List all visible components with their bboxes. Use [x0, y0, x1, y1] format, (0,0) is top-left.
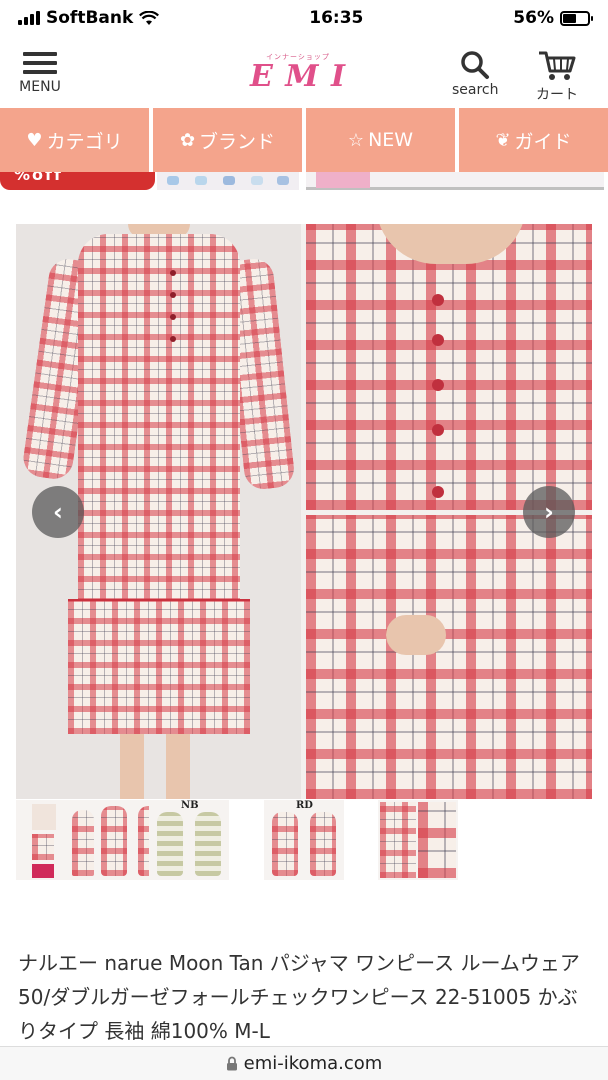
battery-percent: 56%	[513, 8, 554, 28]
product-title: ナルエー narue Moon Tan パジャマ ワンピース ルームウェア 50…	[18, 951, 580, 1043]
chevron-left-icon: ‹	[53, 498, 63, 526]
product-gallery[interactable]: ‹ ›	[16, 224, 592, 799]
category-nav: ♥ カテゴリ ✿ ブランド ☆ NEW ❦ ガイド	[0, 108, 608, 172]
gallery-next-button[interactable]: ›	[523, 486, 575, 538]
lock-icon	[226, 1056, 237, 1071]
promo-banner-sale[interactable]: %off	[0, 172, 155, 190]
search-button[interactable]: search	[452, 50, 499, 98]
nav-item-new[interactable]: ☆ NEW	[306, 108, 455, 172]
product-image-pocket-detail	[306, 515, 592, 799]
cart-icon	[539, 51, 576, 80]
product-image-collar-detail	[306, 224, 592, 510]
hamburger-icon	[12, 52, 68, 74]
promo-banner-pink[interactable]	[306, 172, 604, 190]
url-text: emi-ikoma.com	[243, 1053, 383, 1074]
search-label: search	[452, 82, 499, 98]
menu-button[interactable]: MENU	[12, 52, 68, 95]
chevron-right-icon: ›	[544, 498, 554, 526]
promo-banner-strip[interactable]: %off	[0, 172, 608, 192]
thumbnail-detail[interactable]	[378, 800, 458, 880]
promo-banner-items[interactable]	[157, 172, 299, 190]
leaf-icon: ❦	[495, 129, 511, 151]
browser-url-bar[interactable]: emi-ikoma.com	[0, 1046, 608, 1080]
status-bar: SoftBank 16:35 56%	[0, 0, 608, 36]
star-icon: ☆	[347, 129, 365, 151]
clock: 16:35	[309, 8, 364, 28]
gallery-prev-button[interactable]: ‹	[32, 486, 84, 538]
thumbnail-nb[interactable]: NB	[149, 800, 229, 880]
heart-icon: ♥	[26, 129, 43, 151]
site-header: MENU インナーショップ E M I search カート	[0, 42, 608, 104]
nav-item-guide[interactable]: ❦ ガイド	[459, 108, 608, 172]
thumbnail-package[interactable]	[16, 800, 96, 880]
nav-item-brand[interactable]: ✿ ブランド	[153, 108, 302, 172]
menu-label: MENU	[19, 79, 61, 95]
cart-label: カート	[536, 87, 578, 103]
search-icon	[461, 51, 490, 79]
battery-icon	[560, 10, 593, 26]
thumbnail-rd[interactable]: RD	[264, 800, 344, 880]
wifi-icon	[139, 10, 160, 25]
cart-button[interactable]: カート	[536, 50, 578, 104]
site-logo[interactable]: インナーショップ E M I	[238, 52, 358, 92]
flower-icon: ✿	[179, 129, 196, 151]
carrier-name: SoftBank	[46, 8, 134, 28]
nav-item-category[interactable]: ♥ カテゴリ	[0, 108, 149, 172]
thumbnail-strip: NB RD	[16, 800, 592, 880]
signal-icon	[18, 11, 40, 25]
